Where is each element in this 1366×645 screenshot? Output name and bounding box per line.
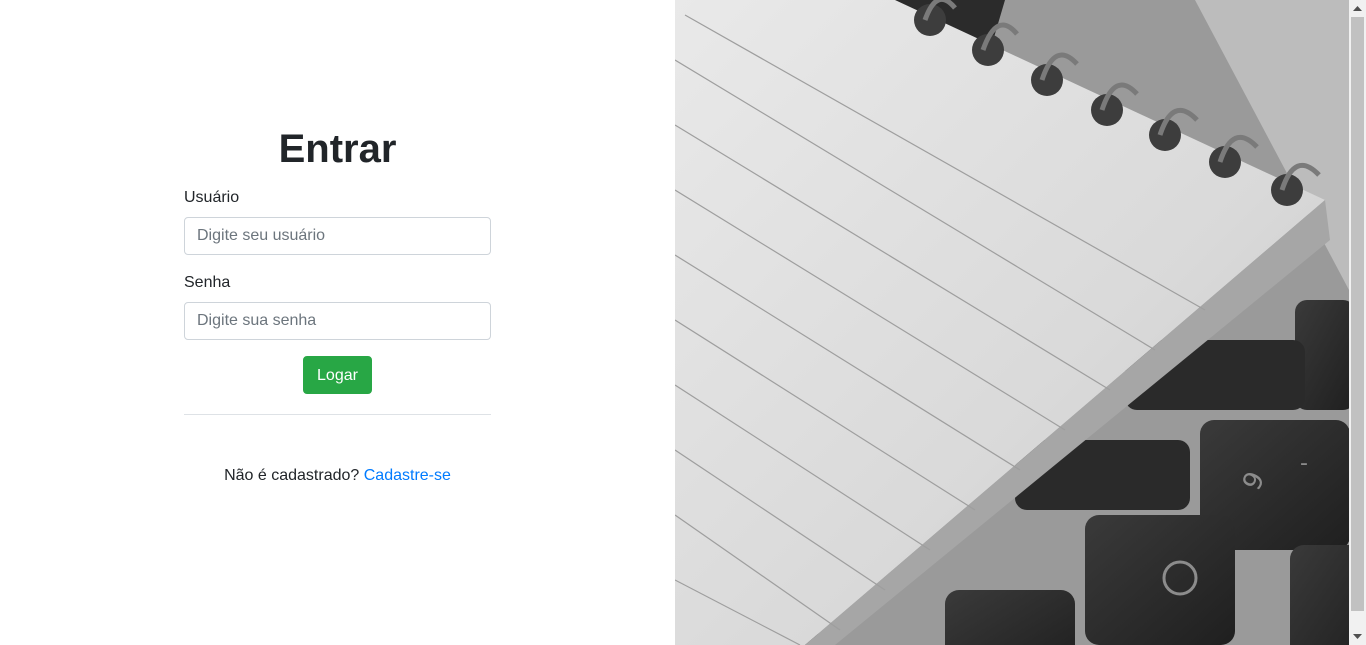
login-page: Entrar Usuário Senha Logar Não é cadastr…	[0, 0, 1366, 645]
username-label: Usuário	[184, 189, 240, 206]
notebook-keyboard-photo: 9 -	[675, 0, 1349, 645]
scroll-down-icon[interactable]	[1349, 628, 1366, 645]
page-scrollbar[interactable]	[1349, 0, 1366, 645]
login-pane: Entrar Usuário Senha Logar Não é cadastr…	[0, 0, 675, 645]
signup-prompt: Não é cadastrado? Cadastre-se	[184, 466, 491, 486]
scroll-up-icon[interactable]	[1349, 0, 1366, 17]
signup-link[interactable]: Cadastre-se	[364, 467, 451, 484]
login-form: Entrar Usuário Senha Logar Não é cadastr…	[184, 120, 491, 486]
login-button[interactable]: Logar	[303, 356, 372, 394]
password-label: Senha	[184, 274, 231, 291]
hero-image: 9 -	[675, 0, 1349, 645]
signup-prompt-text: Não é cadastrado?	[224, 467, 360, 484]
svg-text:-: -	[1300, 451, 1308, 476]
page-title: Entrar	[278, 127, 397, 171]
form-divider	[184, 414, 491, 415]
username-input[interactable]	[184, 217, 491, 255]
password-input[interactable]	[184, 302, 491, 340]
scroll-thumb[interactable]	[1351, 17, 1364, 611]
submit-row: Logar	[184, 356, 491, 394]
